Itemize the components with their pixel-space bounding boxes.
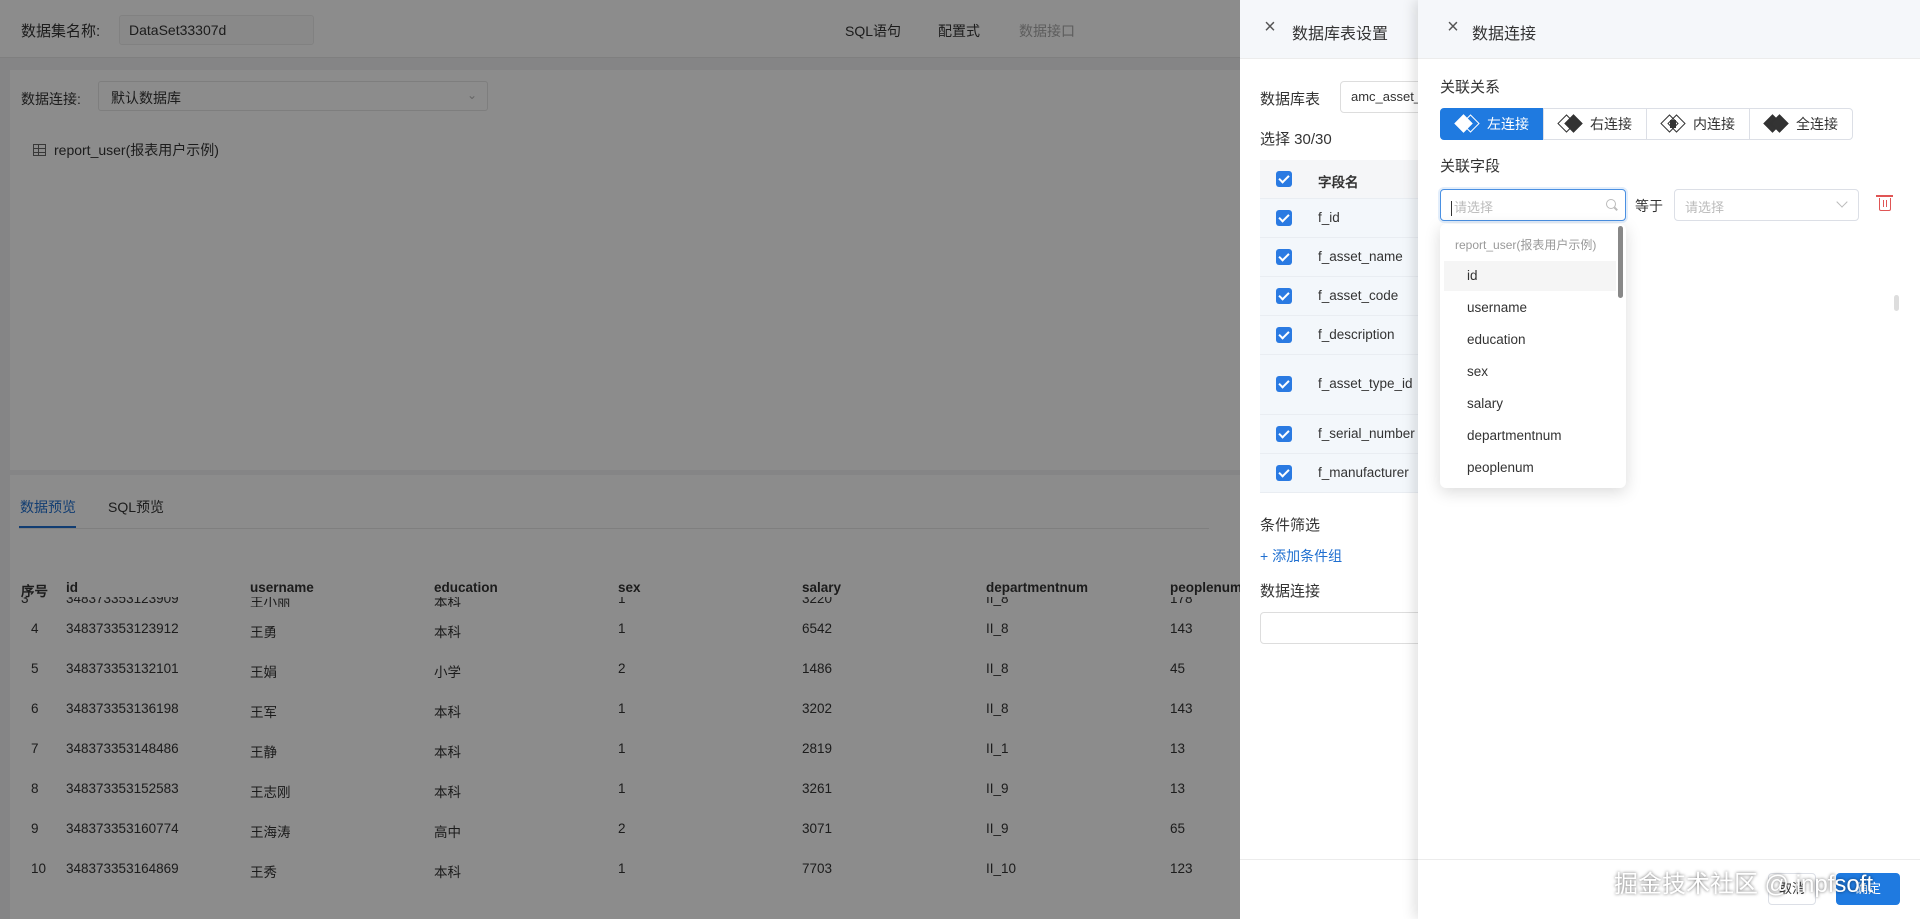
- connection-label: 数据连接: [1260, 583, 1321, 600]
- drawer-title: 数据库表设置: [1292, 26, 1389, 43]
- join-label: 左连接: [1487, 116, 1529, 132]
- join-label: 全连接: [1796, 116, 1838, 132]
- right-join-icon: [1557, 114, 1583, 133]
- dropdown-scrollbar[interactable]: [1618, 226, 1623, 298]
- dropdown-option[interactable]: sex: [1444, 357, 1616, 387]
- field-name-header: 字段名: [1318, 175, 1359, 190]
- inner-join-button[interactable]: 内连接: [1646, 108, 1750, 140]
- dropdown-option[interactable]: username: [1444, 293, 1616, 323]
- field-checkbox[interactable]: [1276, 210, 1292, 226]
- inner-join-icon: [1660, 114, 1686, 133]
- right-field-placeholder: 请选择: [1685, 200, 1725, 215]
- dropdown-group-label: report_user(报表用户示例): [1455, 238, 1597, 252]
- watermark: 掘金技术社区 @ inpfsoft: [1614, 871, 1874, 898]
- dropdown-option[interactable]: education: [1444, 325, 1616, 355]
- field-checkbox[interactable]: [1276, 465, 1292, 481]
- left-field-placeholder: 请选择: [1454, 200, 1494, 215]
- full-join-icon: [1763, 114, 1789, 133]
- delete-icon[interactable]: [1876, 195, 1893, 211]
- dropdown-option[interactable]: peoplenum: [1444, 453, 1616, 483]
- dropdown-option[interactable]: salary: [1444, 389, 1616, 419]
- dropdown-option[interactable]: id: [1444, 261, 1616, 291]
- left-join-icon: [1454, 114, 1480, 133]
- relation-label: 关联关系: [1440, 79, 1501, 96]
- left-field-select[interactable]: 请选择: [1440, 189, 1626, 221]
- field-checkbox[interactable]: [1276, 327, 1292, 343]
- chevron-down-icon: [1836, 196, 1848, 208]
- join-field-label: 关联字段: [1440, 158, 1501, 175]
- field-name: f_asset_code: [1318, 288, 1399, 303]
- data-join-drawer: × 数据连接 关联关系 左连接 右连接 内连接 全连接 关联字段 请选择 等于 …: [1418, 0, 1920, 919]
- field-checkbox[interactable]: [1276, 376, 1292, 392]
- field-checkbox[interactable]: [1276, 288, 1292, 304]
- drawer-header: × 数据连接: [1418, 0, 1920, 59]
- dropdown-option[interactable]: departmentnum: [1444, 421, 1616, 451]
- drawer-title: 数据连接: [1472, 26, 1537, 43]
- select-count: 选择 30/30: [1260, 131, 1332, 148]
- join-label: 右连接: [1590, 116, 1632, 132]
- right-field-select[interactable]: 请选择: [1674, 189, 1859, 221]
- filter-label: 条件筛选: [1260, 517, 1321, 534]
- field-name: f_description: [1318, 327, 1395, 342]
- search-icon: [1606, 199, 1616, 209]
- drawer-scrollbar[interactable]: [1894, 295, 1899, 311]
- right-join-button[interactable]: 右连接: [1543, 108, 1647, 140]
- field-name: f_manufacturer: [1318, 465, 1409, 480]
- field-checkbox[interactable]: [1276, 426, 1292, 442]
- field-name: f_asset_type_id: [1318, 376, 1413, 391]
- join-label: 内连接: [1693, 116, 1735, 132]
- equals-label: 等于: [1635, 198, 1663, 214]
- table-label: 数据库表: [1260, 91, 1321, 108]
- close-icon[interactable]: ×: [1445, 17, 1461, 37]
- field-name: f_asset_name: [1318, 249, 1403, 264]
- full-join-button[interactable]: 全连接: [1749, 108, 1853, 140]
- left-join-button[interactable]: 左连接: [1440, 108, 1544, 140]
- drawer-footer-divider: [1418, 859, 1920, 860]
- field-name: f_serial_number: [1318, 426, 1415, 441]
- join-type-group: 左连接 右连接 内连接 全连接: [1440, 108, 1853, 140]
- field-checkbox[interactable]: [1276, 249, 1292, 265]
- field-dropdown: report_user(报表用户示例) id username educatio…: [1440, 224, 1626, 488]
- field-name: f_id: [1318, 210, 1340, 225]
- text-caret: [1451, 201, 1452, 217]
- select-all-checkbox[interactable]: [1276, 171, 1292, 187]
- close-icon[interactable]: ×: [1262, 17, 1278, 37]
- add-condition-button[interactable]: + 添加条件组: [1260, 546, 1342, 566]
